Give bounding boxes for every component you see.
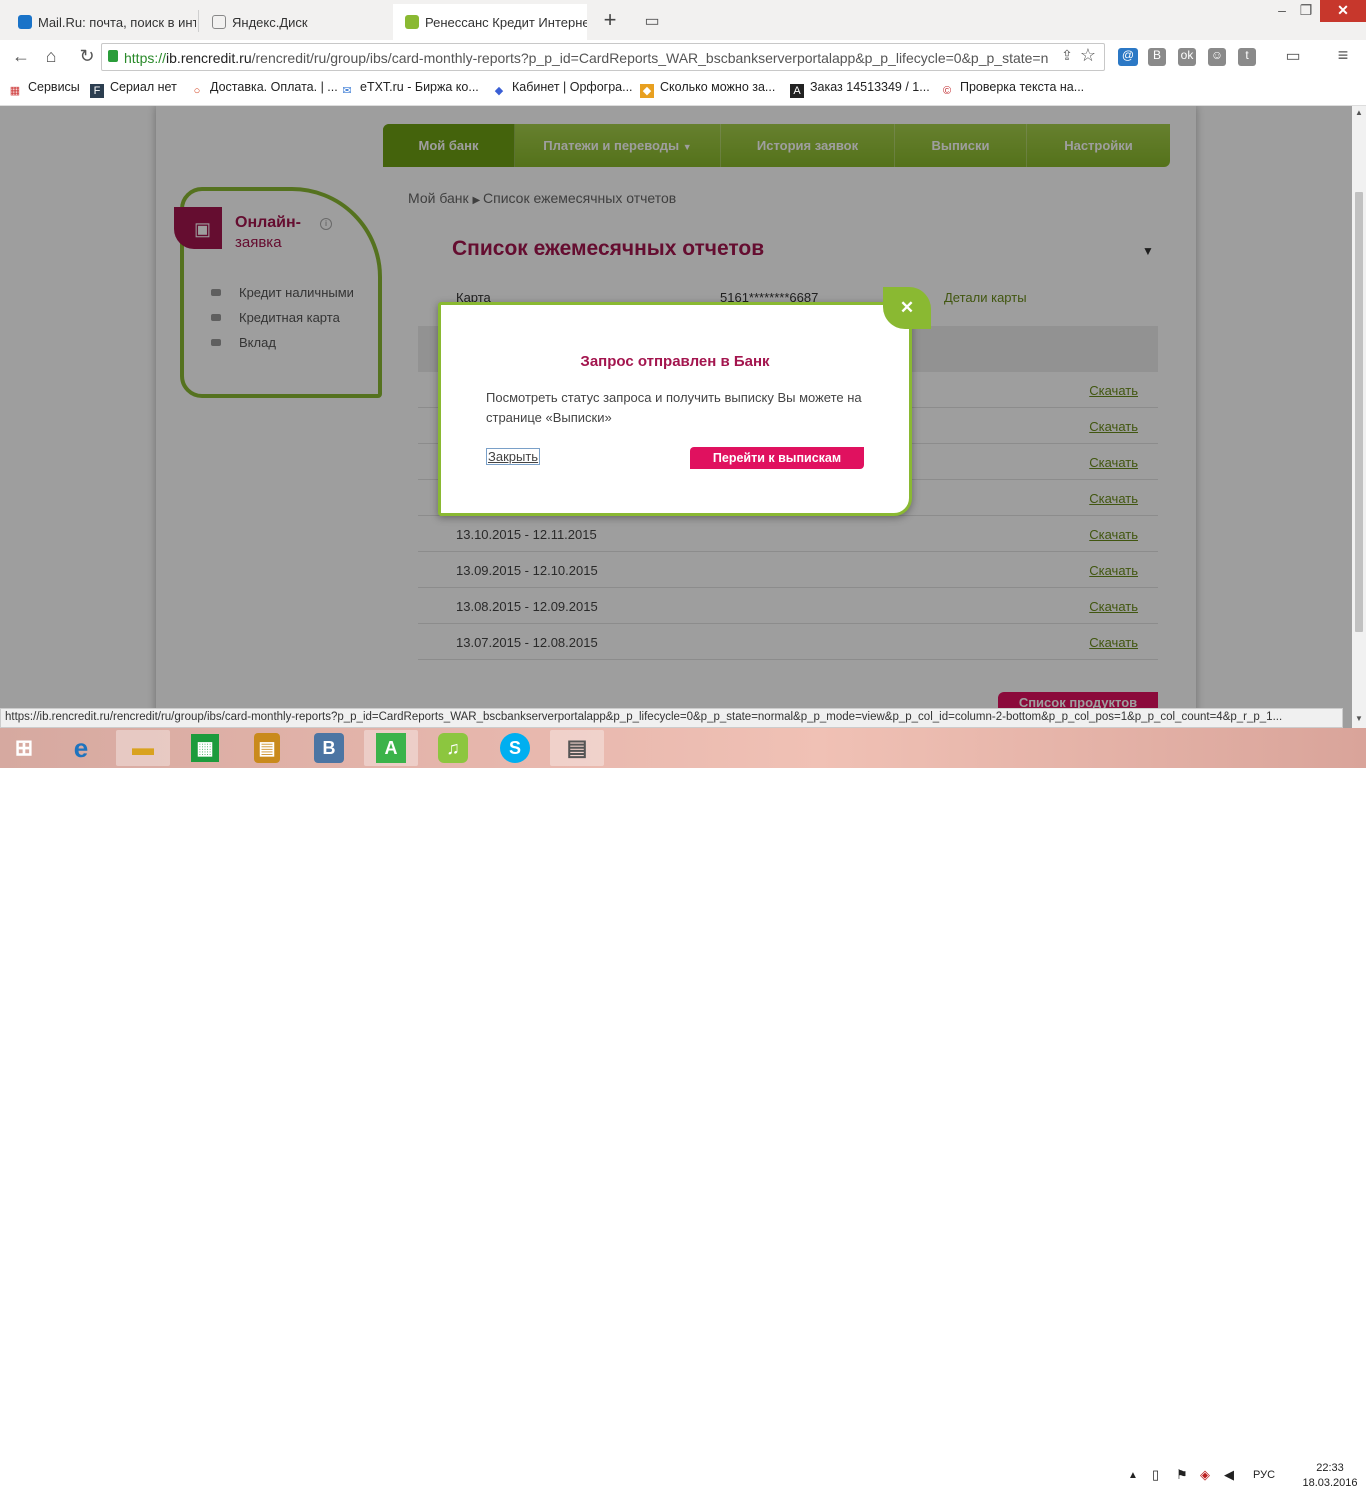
dialog-close-icon[interactable]: ✕ xyxy=(883,287,931,329)
dialog-title: Запрос отправлен в Банк xyxy=(580,353,770,370)
bookmark-label: eTXT.ru - Биржа ко... xyxy=(360,80,479,94)
mail-ru-favicon-icon xyxy=(18,15,32,29)
skype-glyph: S xyxy=(500,733,530,763)
volume-icon[interactable]: ◀ xyxy=(1224,1467,1234,1483)
notes-app-icon[interactable]: ▤ xyxy=(240,730,294,766)
document-app-icon[interactable]: ▤ xyxy=(550,730,604,766)
skolko-favicon-icon: ◆ xyxy=(640,84,654,98)
advego-favicon-icon: A xyxy=(790,84,804,98)
browser-tab-strip: Mail.Ru: почта, поиск в инте Яндекс.Диск… xyxy=(0,0,1366,40)
rencredit-favicon-icon xyxy=(405,15,419,29)
bookmark-label: Сколько можно за... xyxy=(660,80,776,94)
share-icon[interactable]: ⇪ xyxy=(1058,47,1076,64)
bookmark-delivery[interactable]: ○ Доставка. Оплата. | ... xyxy=(190,80,338,98)
phone-tray-icon[interactable]: ▯ xyxy=(1152,1467,1159,1483)
serial-favicon-icon: F xyxy=(90,84,104,98)
skype-icon[interactable]: S xyxy=(488,730,542,766)
bookmark-skolko[interactable]: ◆ Сколько можно за... xyxy=(640,80,775,98)
home-icon[interactable]: ⌂ xyxy=(40,46,62,67)
bookmark-etxt[interactable]: ✉ eTXT.ru - Биржа ко... xyxy=(340,80,479,98)
etxt-favicon-icon: ✉ xyxy=(342,85,352,97)
clock-time: 22:33 xyxy=(1316,1462,1344,1474)
restore-icon[interactable]: ❐ xyxy=(1296,0,1316,22)
tab-title: Mail.Ru: почта, поиск в инте xyxy=(38,15,196,30)
bookmark-label: Заказ 14513349 / 1... xyxy=(810,80,930,94)
store-glyph: ▦ xyxy=(191,734,219,762)
url-path: /rencredit/ru/group/ibs/card-monthly-rep… xyxy=(251,50,1049,66)
minimize-icon[interactable]: – xyxy=(1272,0,1292,22)
file-explorer-icon[interactable]: ▬ xyxy=(116,730,170,766)
bookmark-services[interactable]: ▦ Сервисы xyxy=(8,80,80,98)
orfogramka-favicon-icon: ◆ xyxy=(494,85,504,97)
dialog-message: Посмотреть статус запроса и получить вып… xyxy=(486,390,862,425)
advego-glyph: A xyxy=(376,733,406,763)
yandex-disk-favicon-icon xyxy=(212,15,226,29)
system-clock[interactable]: 22:33 18.03.2016 xyxy=(1300,1461,1360,1491)
bookmarks-bar: ▦ Сервисы F Сериал нет ○ Доставка. Оплата. … xyxy=(0,74,1366,106)
music-note-glyph: ♫ xyxy=(438,733,468,763)
url-host: ib.rencredit.ru xyxy=(166,50,252,66)
internet-explorer-icon[interactable]: e xyxy=(54,730,108,766)
dialog-close-link[interactable]: Закрыть xyxy=(486,448,541,465)
lock-icon xyxy=(108,50,118,62)
tab-divider xyxy=(198,10,199,32)
store-icon[interactable]: ▦ xyxy=(178,730,232,766)
tab-title: Ренессанс Кредит Интернет xyxy=(425,15,587,30)
bookmark-star-icon[interactable]: ☆ xyxy=(1078,45,1098,66)
reload-icon[interactable]: ↻ xyxy=(76,46,98,67)
bookmark-orfogramka[interactable]: ◆ Кабинет | Орфогра... xyxy=(492,80,633,98)
notes-glyph: ▤ xyxy=(254,733,280,763)
tab-title: Яндекс.Диск xyxy=(232,15,308,30)
bookmark-serial[interactable]: F Сериал нет xyxy=(90,80,177,98)
mail-extension-icon[interactable]: @ xyxy=(1118,48,1138,66)
bookmark-text-check[interactable]: © Проверка текста на... xyxy=(940,80,1084,98)
scroll-up-arrow-icon[interactable]: ▲ xyxy=(1355,108,1363,117)
bookmark-label: Сервисы xyxy=(28,80,80,94)
windows-taskbar: ⊞ e ▬ ▦ ▤ B A ♫ S ▤ ▲ ▯ ⚑ ◈ ◀ РУС 22:33 … xyxy=(0,728,1366,1489)
tray-expand-icon[interactable]: ▲ xyxy=(1128,1470,1138,1481)
text-check-favicon-icon: © xyxy=(942,85,952,97)
twitter-extension-icon[interactable]: t xyxy=(1238,48,1256,66)
bookmark-label: Сериал нет xyxy=(110,80,177,94)
flag-tray-icon[interactable]: ⚑ xyxy=(1176,1467,1188,1483)
vk-glyph: B xyxy=(314,733,344,763)
request-sent-dialog: Запрос отправлен в Банк Посмотреть стату… xyxy=(438,302,912,516)
advego-app-icon[interactable]: A xyxy=(364,730,418,766)
tab-mail-ru[interactable]: Mail.Ru: почта, поиск в инте xyxy=(6,4,196,40)
apps-grid-icon: ▦ xyxy=(9,85,21,97)
ok-extension-icon[interactable]: ok xyxy=(1178,48,1196,66)
new-tab-plus-icon[interactable]: + xyxy=(597,9,623,32)
chat-icon[interactable]: ▭ xyxy=(1282,46,1304,66)
bookmark-label: Доставка. Оплата. | ... xyxy=(210,80,338,94)
url-scheme: https:// xyxy=(124,50,167,66)
bookmark-order[interactable]: A Заказ 14513349 / 1... xyxy=(790,80,930,98)
tab-yandex-disk[interactable]: Яндекс.Диск xyxy=(200,4,390,40)
vk-extension-icon[interactable]: B xyxy=(1148,48,1166,66)
delivery-favicon-icon: ○ xyxy=(193,85,201,97)
vk-app-icon[interactable]: B xyxy=(302,730,356,766)
back-arrow-icon[interactable]: ← xyxy=(10,46,32,67)
windows-start-icon[interactable]: ⊞ xyxy=(0,730,48,766)
moimir-extension-icon[interactable]: ☺ xyxy=(1208,48,1226,66)
close-window-icon[interactable]: ✕ xyxy=(1320,0,1366,22)
bookmark-label: Кабинет | Орфогра... xyxy=(512,80,633,94)
address-bar[interactable]: https://ib.rencredit.ru/rencredit/ru/gro… xyxy=(101,43,1105,71)
music-app-icon[interactable]: ♫ xyxy=(426,730,480,766)
tab-overview-icon[interactable]: ▭ xyxy=(640,12,664,30)
page-scrollbar[interactable]: ▲ ▼ xyxy=(1352,106,1366,728)
go-to-statements-button[interactable]: Перейти к выпискам xyxy=(690,447,864,469)
antivirus-tray-icon[interactable]: ◈ xyxy=(1200,1467,1210,1483)
tab-rencredit[interactable]: Ренессанс Кредит Интернет xyxy=(393,4,587,40)
scroll-down-arrow-icon[interactable]: ▼ xyxy=(1355,714,1363,723)
scrollbar-thumb[interactable] xyxy=(1355,192,1363,632)
bookmark-label: Проверка текста на... xyxy=(960,80,1085,94)
status-bar-url: https://ib.rencredit.ru/rencredit/ru/gro… xyxy=(0,708,1343,728)
language-indicator[interactable]: РУС xyxy=(1253,1469,1275,1481)
clock-date: 18.03.2016 xyxy=(1302,1477,1358,1489)
menu-hamburger-icon[interactable]: ≡ xyxy=(1332,45,1354,66)
